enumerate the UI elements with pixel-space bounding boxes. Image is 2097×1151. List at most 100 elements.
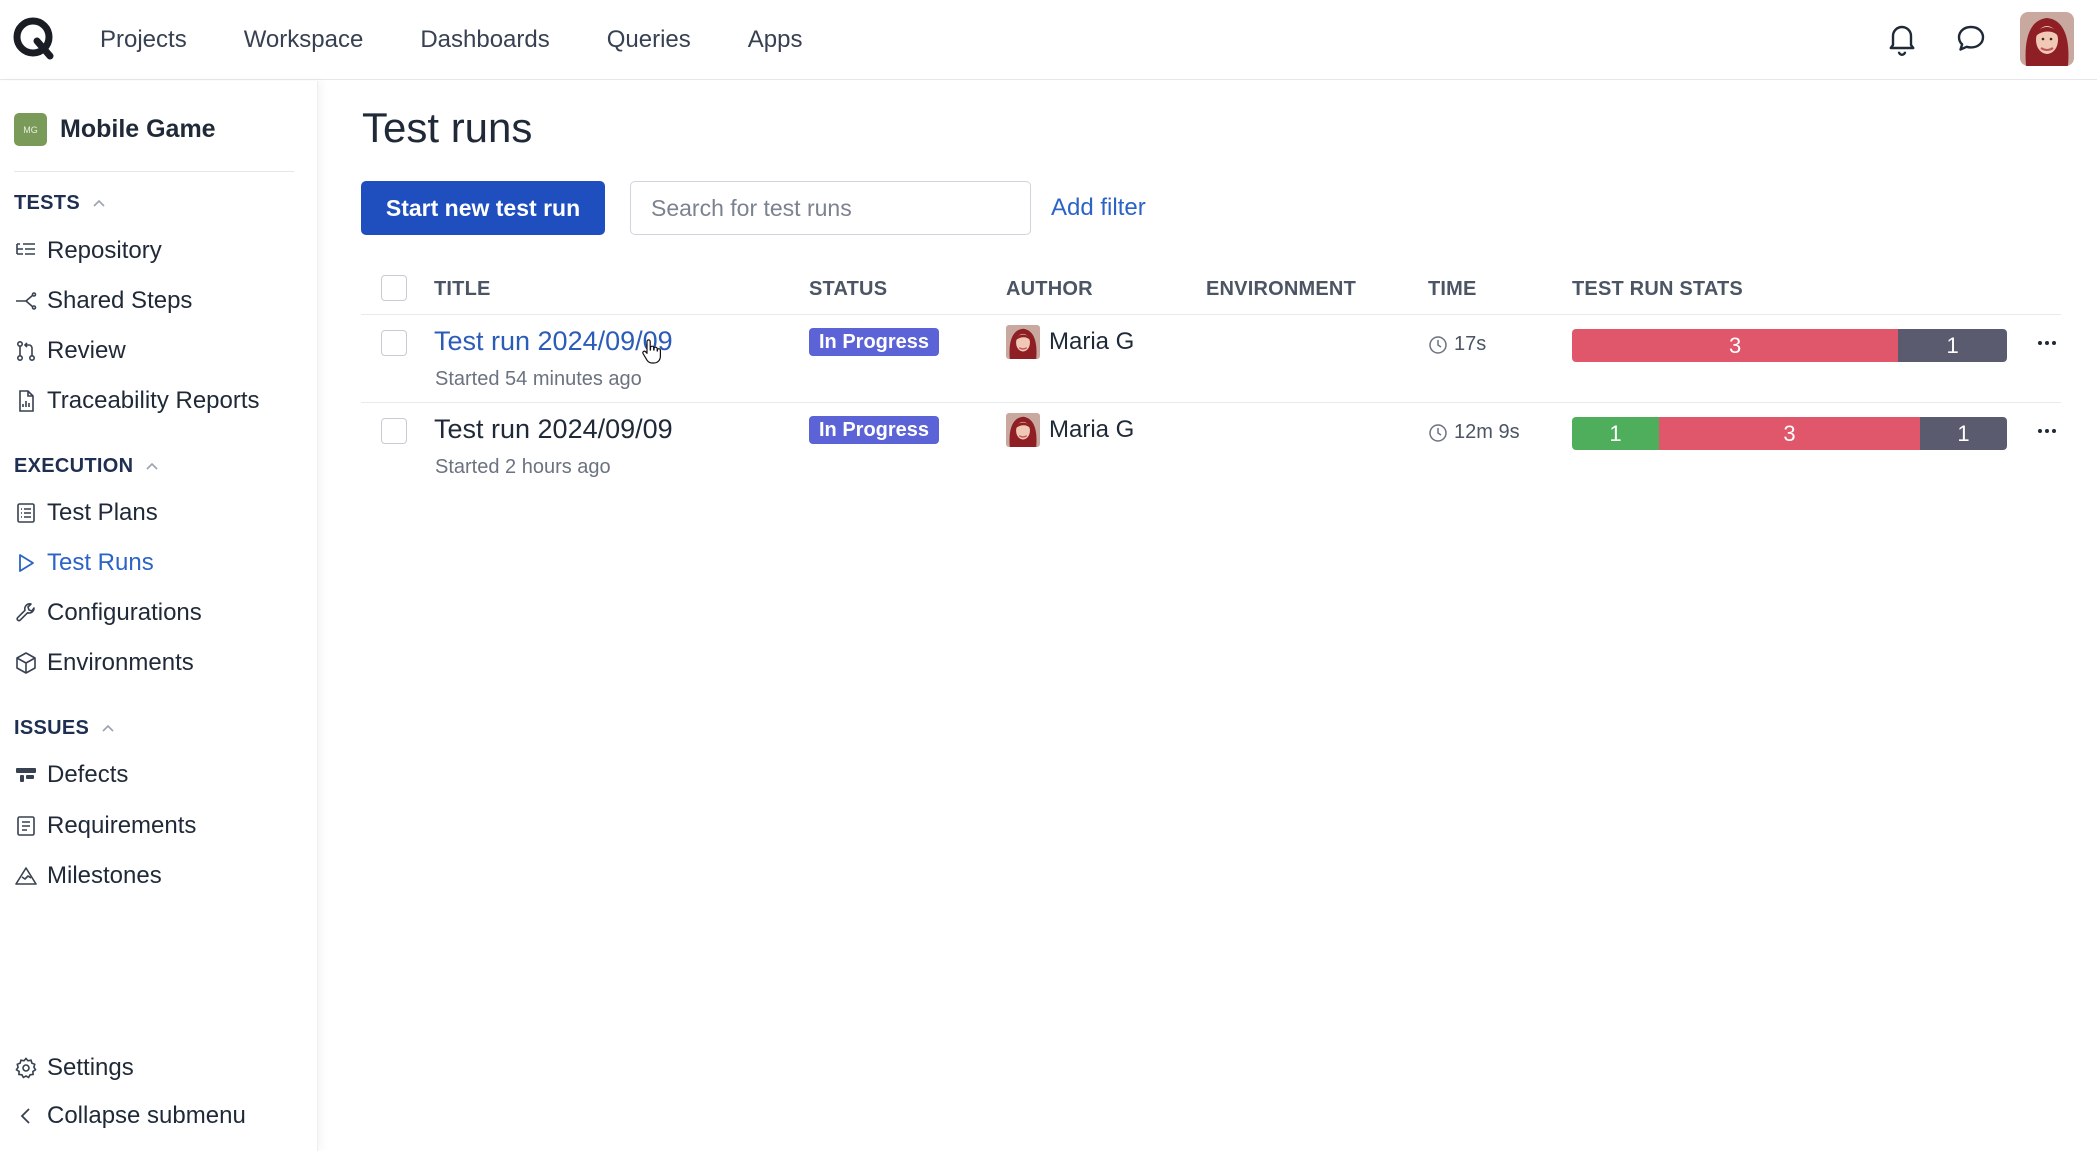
stats-segment[interactable]: 3: [1572, 329, 1899, 362]
author-avatar: [1006, 325, 1040, 359]
sidebar: MG Mobile Game TESTS Repository Shared S…: [0, 81, 318, 1151]
mountain-icon: [14, 864, 38, 888]
more-options-icon[interactable]: [2035, 419, 2059, 443]
sidebar-item-requirements[interactable]: Requirements: [14, 812, 196, 840]
play-icon: [14, 551, 38, 575]
sidebar-item-label: Repository: [47, 237, 162, 264]
repository-icon: [14, 239, 38, 263]
project-switcher[interactable]: MG Mobile Game: [14, 113, 216, 146]
section-issues-header[interactable]: ISSUES: [14, 717, 117, 740]
nav-queries[interactable]: Queries: [607, 26, 691, 54]
stats-segment[interactable]: 1: [1898, 329, 2007, 362]
chevron-up-icon: [93, 199, 105, 207]
collapse-label: Collapse submenu: [47, 1102, 246, 1129]
stats-segment[interactable]: 1: [1572, 417, 1659, 450]
app-logo-icon[interactable]: [12, 16, 56, 60]
test-run-stats-bar[interactable]: 131: [1572, 417, 2007, 450]
sidebar-item-repository[interactable]: Repository: [14, 237, 162, 265]
sidebar-item-traceability-reports[interactable]: Traceability Reports: [14, 387, 260, 415]
search-input[interactable]: [630, 181, 1031, 235]
author-name: Maria G: [1049, 416, 1135, 443]
sidebar-item-label: Defects: [47, 761, 129, 788]
sidebar-divider: [14, 171, 294, 172]
top-bar: Projects Workspace Dashboards Queries Ap…: [0, 0, 2097, 80]
run-time: 12m 9s: [1428, 421, 1520, 444]
defects-icon: [14, 763, 38, 787]
sidebar-item-configurations[interactable]: Configurations: [14, 599, 202, 627]
author: Maria G: [1006, 325, 1134, 359]
gear-icon: [14, 1056, 38, 1080]
test-run-title-link[interactable]: Test run 2024/09/09: [434, 414, 673, 445]
author: Maria G: [1006, 413, 1134, 447]
stats-segment[interactable]: 3: [1659, 417, 1920, 450]
header-divider: [361, 314, 2061, 315]
sidebar-item-shared-steps[interactable]: Shared Steps: [14, 287, 192, 315]
sidebar-item-review[interactable]: Review: [14, 337, 126, 365]
column-header-author[interactable]: AUTHOR: [1006, 278, 1093, 301]
more-options-icon[interactable]: [2035, 331, 2059, 355]
status-badge: In Progress: [809, 328, 940, 356]
nav-projects[interactable]: Projects: [100, 26, 187, 54]
sidebar-item-label: Environments: [47, 649, 194, 676]
user-avatar[interactable]: [2020, 12, 2074, 66]
test-run-title-link[interactable]: Test run 2024/09/09: [434, 326, 673, 357]
sidebar-item-label: Requirements: [47, 812, 197, 839]
clock-icon: [1429, 335, 1447, 354]
test-plans-icon: [14, 501, 38, 525]
run-time-value: 12m 9s: [1454, 421, 1520, 443]
bell-icon[interactable]: [1884, 21, 1920, 57]
report-icon: [14, 389, 38, 413]
shared-steps-icon: [14, 289, 38, 313]
sidebar-item-label: Milestones: [47, 862, 162, 889]
column-header-test-run-stats[interactable]: TEST RUN STATS: [1572, 278, 1743, 301]
collapse-submenu-button[interactable]: Collapse submenu: [14, 1102, 246, 1130]
add-filter-link[interactable]: Add filter: [1051, 194, 1146, 222]
settings-label: Settings: [47, 1054, 134, 1081]
test-run-started: Started 54 minutes ago: [435, 368, 642, 390]
nav-apps[interactable]: Apps: [748, 26, 803, 54]
section-execution-header[interactable]: EXECUTION: [14, 455, 161, 478]
run-time-value: 17s: [1454, 333, 1487, 355]
nav-dashboards[interactable]: Dashboards: [420, 26, 549, 54]
sidebar-item-milestones[interactable]: Milestones: [14, 862, 162, 890]
run-time: 17s: [1428, 333, 1486, 356]
sidebar-item-label: Test Runs: [47, 549, 154, 576]
project-name: Mobile Game: [60, 115, 216, 143]
column-header-title[interactable]: TITLE: [434, 278, 491, 301]
hand-cursor-icon: [642, 339, 661, 364]
column-header-time[interactable]: TIME: [1428, 278, 1477, 301]
chevron-left-icon: [14, 1104, 38, 1128]
sidebar-item-settings[interactable]: Settings: [14, 1054, 134, 1082]
sidebar-item-test-plans[interactable]: Test Plans: [14, 499, 158, 527]
author-name: Maria G: [1049, 328, 1135, 355]
sidebar-item-label: Review: [47, 337, 126, 364]
wrench-icon: [14, 601, 38, 625]
chat-icon[interactable]: [1953, 21, 1989, 57]
select-all-checkbox[interactable]: [381, 275, 407, 301]
status-badge: In Progress: [809, 416, 940, 444]
author-avatar: [1006, 413, 1040, 447]
sidebar-item-label: Test Plans: [47, 499, 158, 526]
sidebar-item-environments[interactable]: Environments: [14, 649, 194, 677]
row-checkbox[interactable]: [381, 418, 407, 444]
section-execution-label: EXECUTION: [14, 455, 134, 477]
section-tests-label: TESTS: [14, 192, 80, 214]
column-header-status[interactable]: STATUS: [809, 278, 887, 301]
chevron-up-icon: [102, 724, 114, 732]
row-checkbox[interactable]: [381, 330, 407, 356]
nav-workspace[interactable]: Workspace: [244, 26, 364, 54]
review-icon: [14, 339, 38, 363]
sidebar-item-label: Shared Steps: [47, 287, 193, 314]
row-divider: [361, 402, 2061, 403]
section-issues-label: ISSUES: [14, 717, 90, 739]
start-new-test-run-button[interactable]: Start new test run: [361, 181, 605, 235]
box-icon: [14, 651, 38, 675]
stats-segment[interactable]: 1: [1920, 417, 2007, 450]
sidebar-item-test-runs[interactable]: Test Runs: [14, 549, 154, 577]
section-tests-header[interactable]: TESTS: [14, 192, 108, 215]
column-header-environment[interactable]: ENVIRONMENT: [1206, 278, 1356, 301]
sidebar-item-defects[interactable]: Defects: [14, 761, 128, 789]
test-run-stats-bar[interactable]: 31: [1572, 329, 2007, 362]
requirements-icon: [14, 814, 38, 838]
sidebar-item-label: Configurations: [47, 599, 202, 626]
